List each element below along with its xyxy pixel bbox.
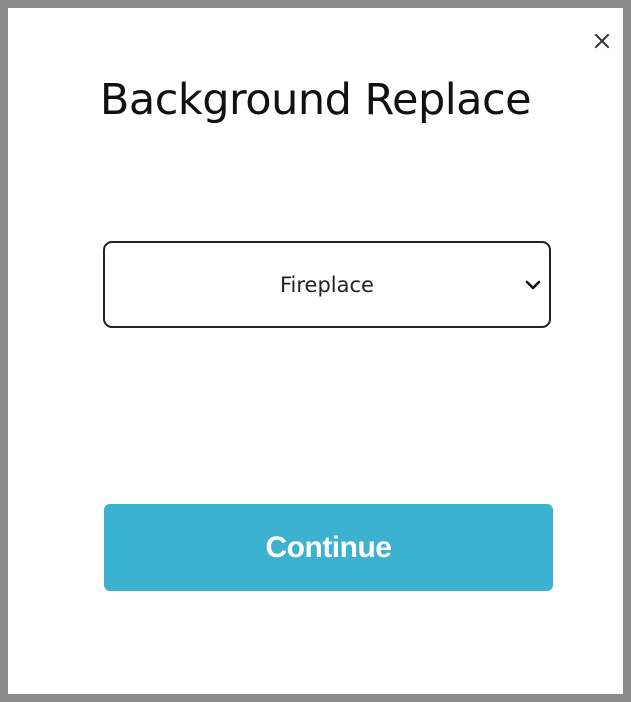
background-select[interactable]: Fireplace <box>103 241 551 328</box>
chevron-down-icon <box>525 280 541 289</box>
background-select-value: Fireplace <box>280 272 374 297</box>
dialog-title: Background Replace <box>99 75 532 125</box>
continue-button[interactable]: Continue <box>104 504 553 591</box>
close-button[interactable] <box>591 30 613 52</box>
close-icon <box>594 33 610 49</box>
background-replace-dialog: Background Replace Fireplace Continue <box>8 8 623 694</box>
